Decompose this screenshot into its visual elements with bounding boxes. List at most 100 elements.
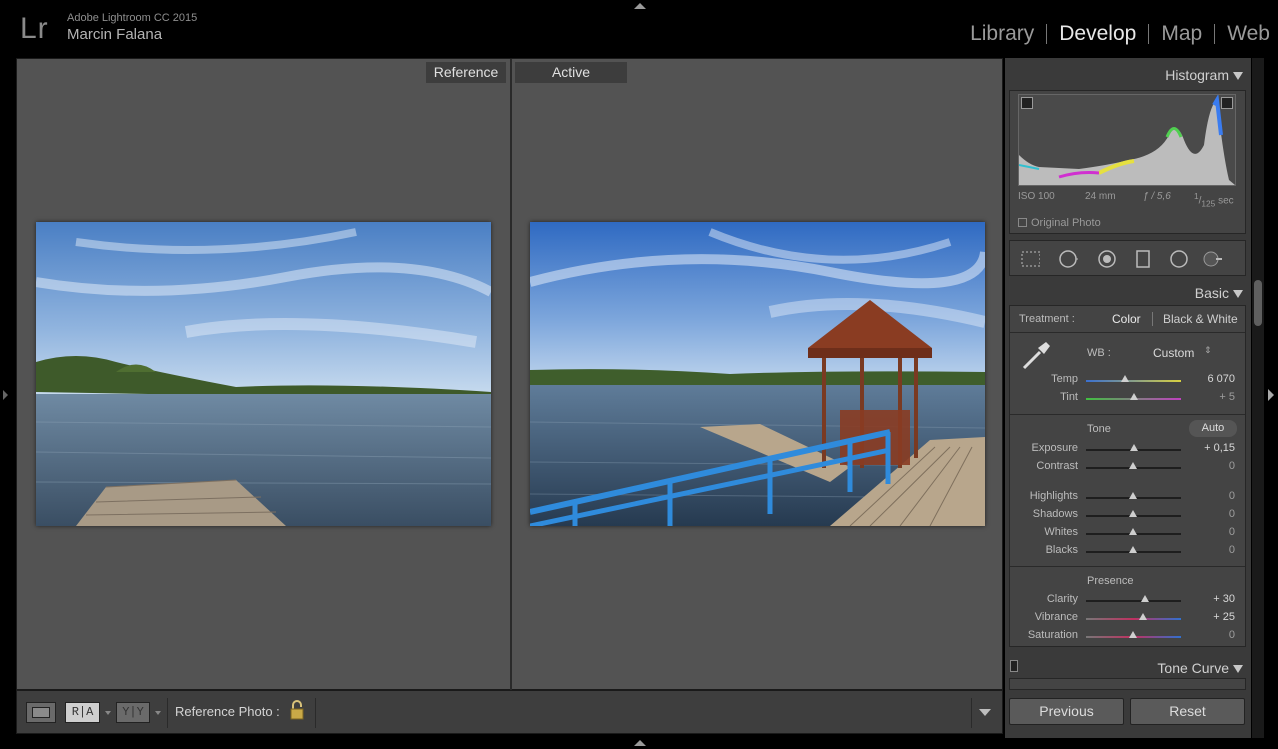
red-eye-icon[interactable] — [1096, 249, 1116, 269]
clarity-slider-thumb[interactable] — [1141, 595, 1149, 602]
active-label: Active — [515, 62, 627, 83]
tint-slider-thumb[interactable] — [1130, 393, 1138, 400]
whites-value[interactable]: 0 — [1195, 526, 1235, 538]
shutter-numerator: 1 — [1194, 191, 1199, 201]
vibrance-slider[interactable] — [1086, 618, 1181, 620]
section-divider — [1010, 414, 1245, 415]
contrast-value[interactable]: 0 — [1195, 460, 1235, 472]
highlight-clipping-toggle[interactable] — [1221, 97, 1233, 109]
contrast-slider-thumb[interactable] — [1129, 462, 1137, 469]
temp-slider-thumb[interactable] — [1121, 375, 1129, 382]
collapse-basic-icon[interactable] — [1233, 290, 1243, 298]
module-separator — [1046, 24, 1048, 44]
histogram-header[interactable]: Histogram — [1009, 62, 1247, 88]
compare-view: Reference Active — [16, 58, 1003, 691]
auto-tone-button[interactable]: Auto — [1189, 420, 1237, 437]
blacks-value[interactable]: 0 — [1195, 544, 1235, 556]
original-photo-toggle[interactable]: Original Photo — [1018, 217, 1101, 229]
treatment-separator — [1152, 312, 1153, 326]
clarity-slider[interactable] — [1086, 600, 1181, 602]
reference-photo[interactable] — [36, 222, 491, 526]
active-photo[interactable] — [530, 222, 985, 526]
treatment-color-button[interactable]: Color — [1112, 312, 1141, 326]
wb-select[interactable]: Custom — [1153, 346, 1194, 360]
updown-icon[interactable]: ⇕ — [1204, 346, 1212, 356]
module-map[interactable]: Map — [1161, 22, 1202, 46]
adjustment-brush-icon[interactable] — [1202, 249, 1222, 269]
saturation-value[interactable]: 0 — [1195, 629, 1235, 641]
eyedropper-icon[interactable] — [1020, 338, 1054, 372]
wb-label: WB : — [1087, 347, 1111, 359]
tone-curve-title: Tone Curve — [1157, 660, 1229, 676]
lock-icon[interactable] — [289, 699, 305, 721]
spot-removal-icon[interactable] — [1058, 249, 1078, 269]
basic-panel: Treatment : Color Black & White WB : Cus… — [1009, 305, 1246, 647]
exposure-label: Exposure — [1031, 442, 1078, 454]
saturation-slider-thumb[interactable] — [1129, 631, 1137, 638]
focal-length: 24 mm — [1085, 191, 1116, 202]
reference-label: Reference — [426, 62, 506, 83]
module-web[interactable]: Web — [1227, 22, 1270, 46]
app-title: Adobe Lightroom CC 2015 — [67, 12, 198, 24]
tone-label: Tone — [1087, 423, 1111, 435]
temp-value[interactable]: 6 070 — [1195, 373, 1235, 385]
clarity-label: Clarity — [1046, 593, 1078, 605]
toolbar-separator — [315, 698, 316, 728]
loupe-view-button[interactable] — [26, 702, 56, 723]
panel-switch-toggle[interactable] — [1010, 660, 1018, 672]
basic-title: Basic — [1194, 285, 1229, 301]
expand-left-panel-icon[interactable] — [3, 390, 8, 400]
whites-slider-thumb[interactable] — [1129, 528, 1137, 535]
module-develop[interactable]: Develop — [1059, 22, 1136, 46]
chevron-down-icon[interactable] — [155, 711, 161, 715]
presence-label: Presence — [1087, 575, 1134, 587]
reset-button[interactable]: Reset — [1130, 698, 1245, 725]
radial-filter-icon[interactable] — [1168, 249, 1188, 269]
shutter-speed: 1/125 sec — [1194, 191, 1234, 209]
collapse-histogram-icon[interactable] — [1233, 72, 1243, 80]
module-library[interactable]: Library — [970, 22, 1034, 46]
tint-value[interactable]: + 5 — [1195, 391, 1235, 403]
highlights-label: Highlights — [1029, 490, 1078, 502]
chevron-down-icon[interactable] — [105, 711, 111, 715]
before-after-view-button[interactable]: Y|Y — [116, 702, 150, 723]
shutter-unit: sec — [1218, 195, 1234, 207]
exposure-value[interactable]: + 0,15 — [1195, 442, 1235, 454]
iso-value: ISO 100 — [1018, 191, 1055, 202]
module-separator — [1148, 24, 1150, 44]
shadows-label: Shadows — [1032, 508, 1078, 520]
toolbar-menu-icon[interactable] — [979, 709, 991, 716]
lightroom-logo: Lr — [20, 12, 49, 45]
shadows-value[interactable]: 0 — [1195, 508, 1235, 520]
right-panel-scrollbar[interactable] — [1252, 58, 1264, 738]
highlights-value[interactable]: 0 — [1195, 490, 1235, 502]
clarity-value[interactable]: + 30 — [1195, 593, 1235, 605]
collapse-top-panel-icon[interactable] — [634, 3, 646, 9]
scrollbar-thumb[interactable] — [1254, 280, 1262, 326]
histogram-panel: ISO 100 24 mm ƒ / 5,6 1/125 sec Original… — [1009, 90, 1246, 234]
graduated-filter-icon[interactable] — [1132, 249, 1152, 269]
temp-slider[interactable] — [1086, 380, 1181, 382]
blacks-slider-thumb[interactable] — [1129, 546, 1137, 553]
section-divider — [1010, 332, 1245, 333]
crop-overlay-icon[interactable] — [1020, 249, 1040, 269]
user-name: Marcin Falana — [67, 26, 163, 43]
collapse-right-panel-icon[interactable] — [1268, 389, 1274, 401]
shadow-clipping-toggle[interactable] — [1021, 97, 1033, 109]
basic-header[interactable]: Basic — [1009, 280, 1247, 306]
reference-active-view-button[interactable]: R|A — [65, 702, 100, 723]
checkbox-icon[interactable] — [1018, 218, 1027, 227]
saturation-label: Saturation — [1027, 629, 1078, 641]
vibrance-value[interactable]: + 25 — [1195, 611, 1235, 623]
collapse-tone-curve-icon[interactable] — [1233, 665, 1243, 673]
aperture-value: ƒ / 5,6 — [1143, 191, 1171, 202]
exposure-slider-thumb[interactable] — [1130, 444, 1138, 451]
highlights-slider-thumb[interactable] — [1129, 492, 1137, 499]
previous-button[interactable]: Previous — [1009, 698, 1124, 725]
expand-filmstrip-icon[interactable] — [634, 740, 646, 746]
temp-label: Temp — [1051, 373, 1078, 385]
histogram-graph — [1018, 93, 1236, 186]
vibrance-slider-thumb[interactable] — [1139, 613, 1147, 620]
shadows-slider-thumb[interactable] — [1129, 510, 1137, 517]
treatment-bw-button[interactable]: Black & White — [1163, 312, 1238, 326]
